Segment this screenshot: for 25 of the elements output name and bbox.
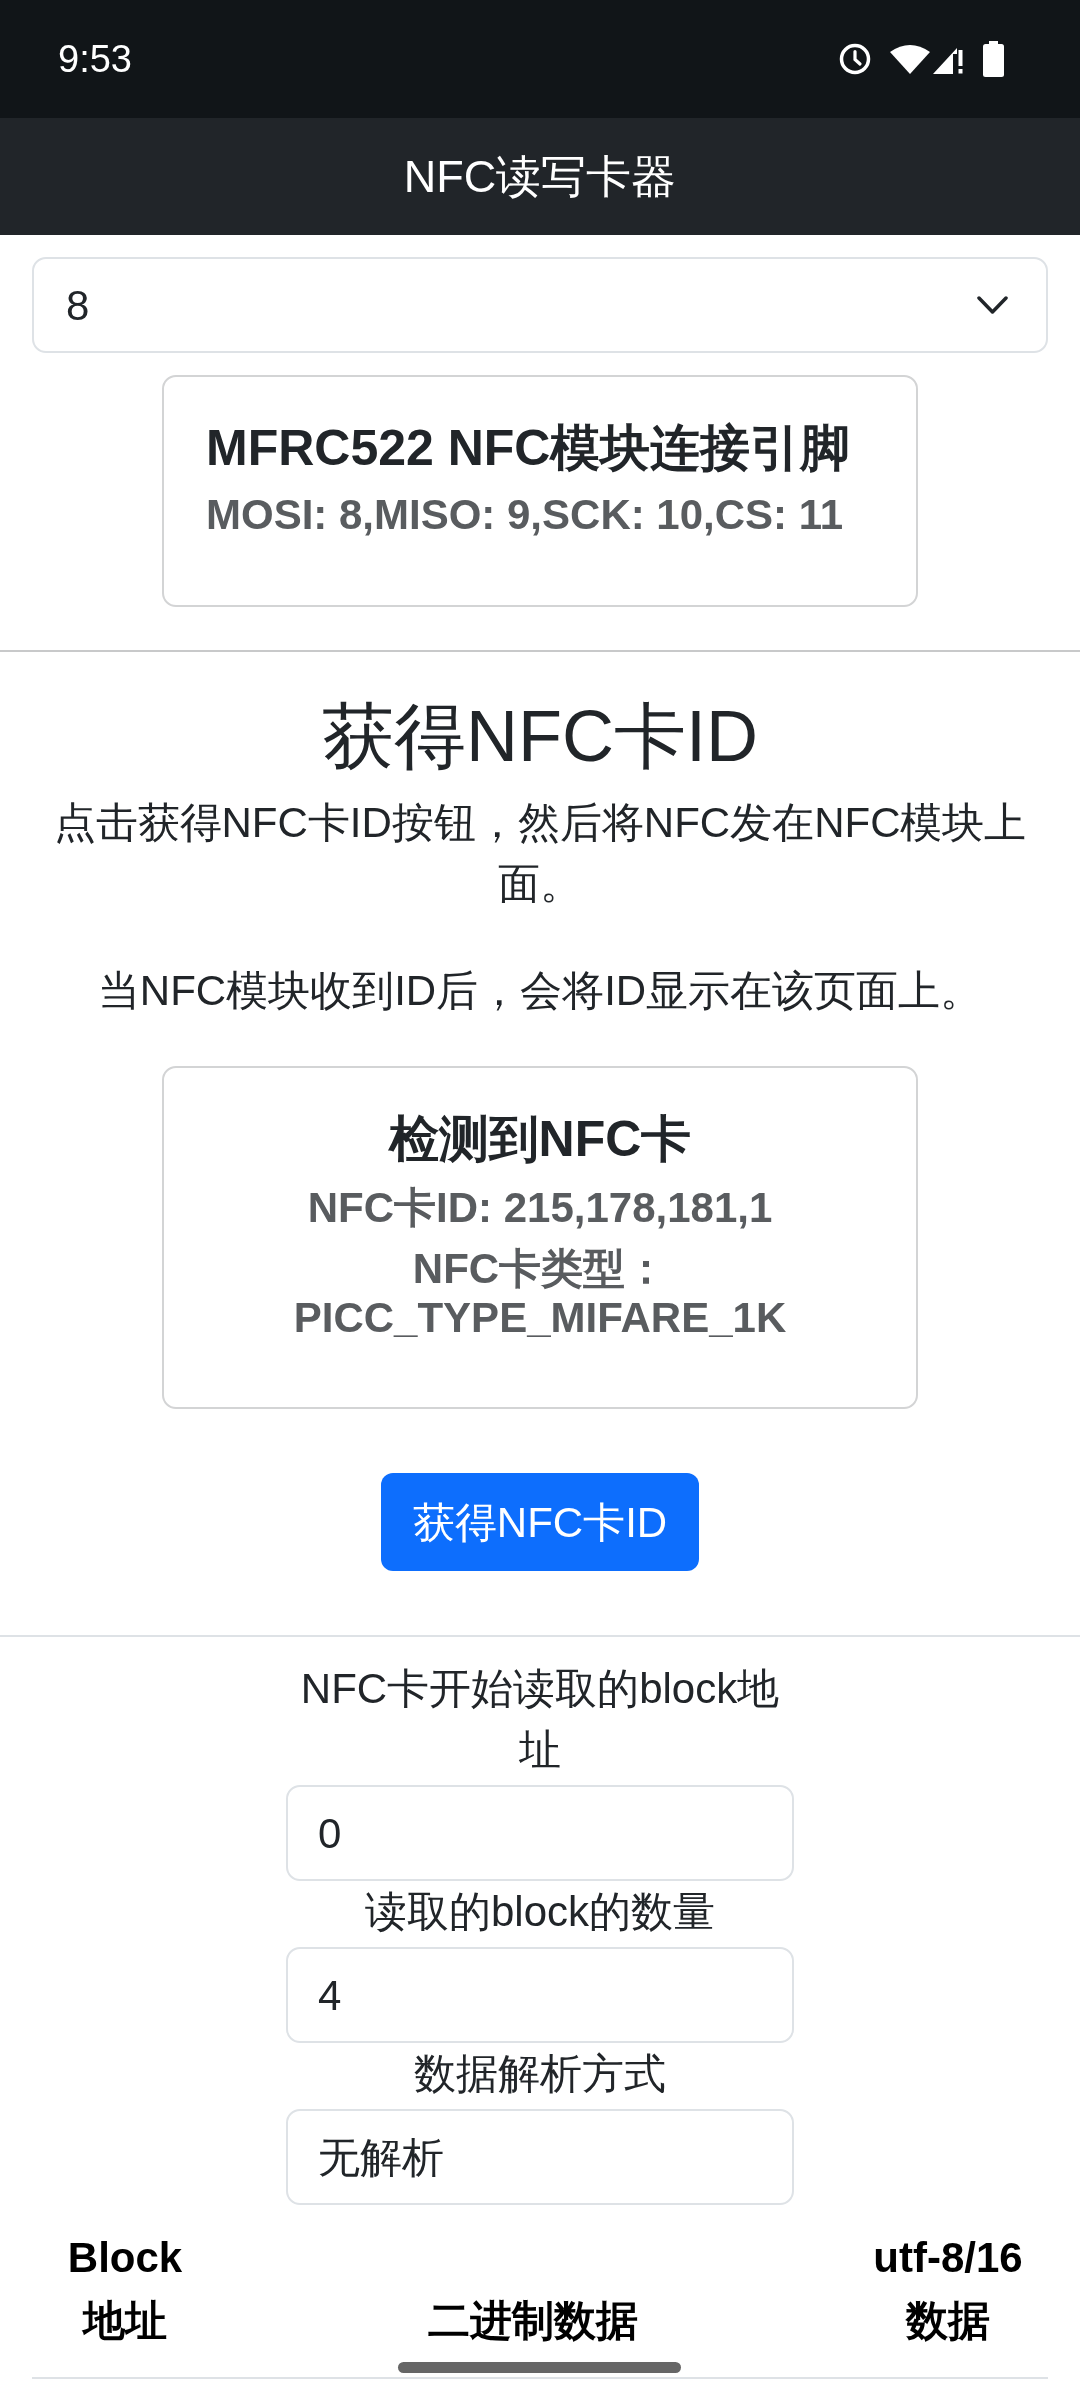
chevron-down-icon	[977, 295, 1008, 315]
get-card-id-button[interactable]: 获得NFC卡ID	[380, 1473, 700, 1571]
field-label: 数据解析方式	[414, 2049, 666, 2099]
field-label: 读取的block的数量	[364, 1887, 716, 1937]
status-time: 9:53	[58, 40, 132, 78]
instruction-text: 点击获得NFC卡ID按钮，然后将NFC发在NFC模块上面。	[52, 798, 1028, 909]
card-text: NFC卡ID: 215,178,181,1	[307, 1183, 773, 1233]
column-header: utf-8/16 数据	[872, 2233, 1024, 2346]
wifi-icon	[890, 44, 930, 74]
input-field[interactable]: 无解析	[286, 2109, 794, 2205]
field-label: NFC卡开始读取的block地址	[299, 1664, 781, 1775]
battery-icon	[983, 41, 1004, 77]
input-field[interactable]: 4	[286, 1947, 794, 2043]
card-subtitle: MOSI: 8,MISO: 9,SCK: 10,CS: 11	[206, 490, 845, 540]
column-header: Block 地址	[66, 2233, 184, 2346]
card-title: 检测到NFC卡	[388, 1110, 692, 1169]
column-header: 二进制数据	[428, 2296, 638, 2346]
clock-icon	[839, 43, 871, 75]
app-title: NFC读写卡器	[403, 154, 677, 199]
section-heading: 获得NFC卡ID	[322, 695, 758, 778]
card-title: MFRC522 NFC模块连接引脚	[206, 419, 852, 478]
input-field[interactable]: 0	[286, 1785, 794, 1881]
pin-select[interactable]: 8	[32, 257, 1048, 353]
card-text: NFC卡类型：PICC_TYPE_MIFARE_1K	[292, 1244, 788, 1342]
instruction-text: 当NFC模块收到ID后，会将ID显示在该页面上。	[97, 966, 983, 1016]
